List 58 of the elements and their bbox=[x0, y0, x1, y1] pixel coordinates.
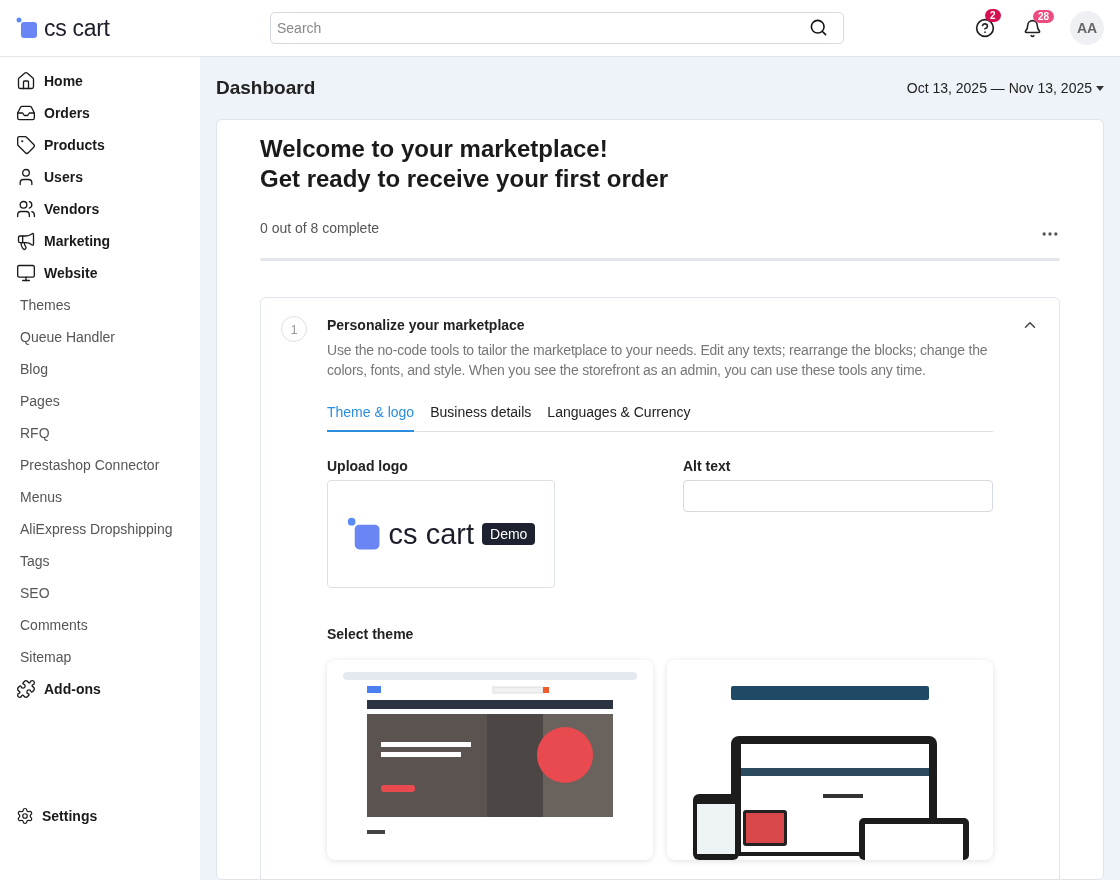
sidebar-item[interactable]: Menus bbox=[16, 481, 200, 513]
sidebar-item[interactable]: RFQ bbox=[16, 417, 200, 449]
sidebar-item-icon bbox=[16, 135, 36, 155]
sidebar-item[interactable]: Blog bbox=[16, 353, 200, 385]
caret-icon bbox=[1096, 85, 1104, 91]
sidebar-item[interactable]: AliExpress Dropshipping bbox=[16, 513, 200, 545]
date-range-picker[interactable]: Oct 13, 2025 — Nov 13, 2025 bbox=[906, 80, 1104, 96]
user-avatar[interactable]: AA bbox=[1070, 11, 1104, 45]
sidebar-item[interactable]: Comments bbox=[16, 609, 200, 641]
logo-icon bbox=[16, 17, 38, 39]
sidebar-item[interactable]: Vendors bbox=[16, 193, 200, 225]
sidebar-item-icon bbox=[16, 263, 36, 283]
page-title: Dashboard bbox=[216, 77, 316, 99]
sidebar-item-icon bbox=[16, 679, 36, 699]
logo-icon bbox=[346, 517, 381, 551]
notification-icon[interactable] bbox=[1023, 18, 1042, 38]
sidebar-item[interactable]: Themes bbox=[16, 289, 200, 321]
sidebar-item[interactable]: Prestashop Connector bbox=[16, 449, 200, 481]
sidebar-item[interactable]: Products bbox=[16, 129, 200, 161]
tab[interactable]: Business details bbox=[430, 398, 532, 432]
sidebar-item[interactable]: Orders bbox=[16, 97, 200, 129]
settings-item[interactable]: Settings bbox=[16, 800, 200, 832]
tab[interactable]: Theme & logo bbox=[327, 398, 415, 432]
sidebar-item[interactable]: SEO bbox=[16, 577, 200, 609]
sidebar-item-icon bbox=[16, 103, 36, 123]
sidebar-item[interactable]: Pages bbox=[16, 385, 200, 417]
tab[interactable]: Languages & Currency bbox=[547, 398, 691, 432]
settings-icon bbox=[16, 807, 34, 825]
field-label: Upload logo bbox=[327, 458, 409, 474]
sidebar-item[interactable]: Queue Handler bbox=[16, 321, 200, 353]
progress-text: 0 out of 8 complete bbox=[260, 220, 380, 236]
input-field[interactable] bbox=[683, 480, 993, 512]
search-icon[interactable] bbox=[809, 18, 828, 37]
welcome-heading: Welcome to your marketplace! Get ready to receive your first order bbox=[260, 134, 670, 194]
logo-upload-area[interactable]: cs cart Demo bbox=[327, 480, 555, 588]
sidebar-item[interactable]: Tags bbox=[16, 545, 200, 577]
section-label: Select theme bbox=[327, 626, 415, 642]
logo-text: cs cart bbox=[44, 14, 110, 42]
theme-card[interactable] bbox=[327, 660, 653, 860]
sidebar-item[interactable]: Marketing bbox=[16, 225, 200, 257]
sidebar-item[interactable]: Sitemap bbox=[16, 641, 200, 673]
demo-tag: Demo bbox=[482, 523, 536, 545]
sidebar-item[interactable]: Website bbox=[16, 257, 200, 289]
sidebar-item[interactable]: Home bbox=[16, 65, 200, 97]
notification-badge: 28 bbox=[1033, 9, 1055, 23]
sidebar-item-icon bbox=[16, 199, 36, 219]
step-title: Personalize your marketplace bbox=[327, 317, 525, 333]
theme-card[interactable] bbox=[667, 660, 993, 860]
sidebar-item[interactable]: Add-ons bbox=[16, 673, 200, 705]
sidebar-item[interactable]: Users bbox=[16, 161, 200, 193]
field-label: Alt text bbox=[683, 458, 732, 474]
sidebar-item-icon bbox=[16, 231, 36, 251]
help-badge: 2 bbox=[985, 9, 1001, 22]
search-field[interactable]: Search bbox=[270, 12, 844, 44]
help-icon[interactable] bbox=[975, 18, 995, 38]
step-description: Use the no-code tools to tailor the marketplace to your needs. Edit any texts; rearrange the blocks; change the colors, fonts, and style. When you see the storefront as an admin, you can use these tools any time. bbox=[327, 341, 989, 380]
logo-text: cs cart bbox=[388, 517, 474, 551]
sidebar-item-icon bbox=[16, 71, 36, 91]
